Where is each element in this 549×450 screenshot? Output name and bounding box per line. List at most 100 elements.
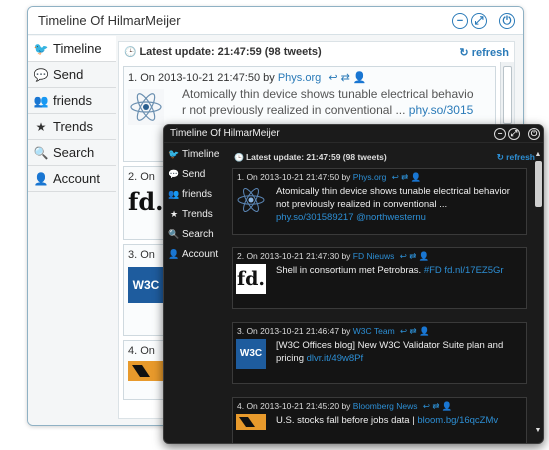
- atom-logo-icon: [236, 185, 266, 215]
- tweet-source-link[interactable]: Phys.org: [278, 72, 321, 84]
- w3c-logo-text: W3C: [239, 348, 263, 359]
- dark-scrollbar[interactable]: ▲ ▼: [533, 149, 543, 443]
- dark-timeline-panel: 🕒 Latest update: 21:47:59 (98 tweets) ↻ …: [230, 149, 539, 443]
- tweet-link[interactable]: bloom.bg/16qcZMv: [417, 415, 498, 426]
- atom-logo-icon: [128, 89, 164, 125]
- sidebar-item-label: Trends: [53, 119, 93, 134]
- refresh-button[interactable]: ↻ refresh: [497, 152, 535, 163]
- light-sidebar: 🐦 Timeline 💬 Send 👥 friends ★ Trends 🔍 S…: [28, 36, 116, 425]
- w3c-logo-icon: W3C: [128, 267, 164, 303]
- search-icon: 🔍: [33, 145, 49, 160]
- tweet-source-link[interactable]: Phys.org: [353, 172, 387, 182]
- star-icon: ★: [35, 119, 47, 134]
- sidebar-item-label: friends: [53, 93, 93, 108]
- tweet-item: 3. On 2013-10-21 21:46:47 by W3C Team ↩ …: [232, 322, 527, 384]
- tweet-meta: 3. On 2013-10-21 21:46:47 by W3C Team ↩ …: [233, 323, 526, 337]
- star-icon: ★: [169, 208, 179, 219]
- sidebar-item-search[interactable]: 🔍 Search: [28, 140, 116, 166]
- tweet-link[interactable]: phy.so/301589217 @northwesternu: [276, 212, 426, 223]
- latest-update-text: Latest update: 21:47:59 (98 tweets): [139, 46, 322, 58]
- sidebar-item-account[interactable]: 👤 Account: [164, 244, 228, 264]
- tweet-link[interactable]: phy.so/3015: [409, 103, 474, 117]
- power-icon[interactable]: ⏻: [499, 12, 515, 29]
- tweet-source-link[interactable]: W3C Team: [353, 326, 395, 336]
- sidebar-item-timeline[interactable]: 🐦 Timeline: [28, 36, 116, 62]
- latest-update-text: Latest update: 21:47:59 (98 tweets): [245, 152, 387, 162]
- sidebar-item-label: friends: [182, 188, 213, 200]
- collapse-icon[interactable]: −: [494, 127, 506, 140]
- bloomberg-logo-icon: [236, 414, 266, 443]
- tweet-text-line: Atomically thin device shows tunable ele…: [182, 87, 474, 101]
- tweet-meta: 2. On 2013-10-21 21:47:30 by FD Nieuws ↩…: [233, 248, 526, 262]
- dark-timeline-window: Timeline Of HilmarMeijer − ⤢ ⏻ 🐦 Timelin…: [163, 124, 544, 444]
- tweet-text: Atomically thin device shows tunable ele…: [178, 84, 495, 120]
- tweet-meta: 1. On 2013-10-21 21:47:50 by Phys.org ↩ …: [124, 67, 495, 84]
- speech-bubble-icon: 💬: [33, 67, 49, 82]
- sidebar-item-trends[interactable]: ★ Trends: [28, 114, 116, 140]
- tweet-actions-icon[interactable]: ↩ ⇄ 👤: [400, 326, 430, 336]
- tweet-body: U.S. stocks fall before jobs data |: [276, 415, 418, 426]
- power-icon[interactable]: ⏻: [528, 127, 540, 140]
- sidebar-item-label: Search: [53, 145, 95, 160]
- sidebar-item-timeline[interactable]: 🐦 Timeline: [164, 144, 228, 164]
- tweet-meta: 1. On 2013-10-21 21:47:50 by Phys.org ↩ …: [233, 169, 526, 183]
- users-icon: 👥: [168, 188, 180, 199]
- sidebar-item-label: Search: [182, 228, 214, 240]
- tweet-actions-icon[interactable]: ↩ ⇄ 👤: [400, 251, 430, 261]
- sidebar-item-label: Send: [53, 67, 84, 82]
- tweet-source-link[interactable]: FD Nieuws: [353, 251, 395, 261]
- sidebar-item-friends[interactable]: 👥 friends: [28, 88, 116, 114]
- tweet-date: 3. On 2013-10-21 21:46:47 by: [237, 326, 353, 336]
- dark-sidebar: 🐦 Timeline 💬 Send 👥 friends ★ Trends 🔍 S…: [164, 144, 228, 443]
- tweet-actions-icon[interactable]: ↩ ⇄ 👤: [392, 172, 422, 182]
- person-icon: 👤: [168, 248, 180, 259]
- fd-logo-text: fd.: [128, 187, 164, 216]
- tweet-actions-icon[interactable]: ↩ ⇄ 👤: [328, 72, 366, 84]
- tweet-text-line: r not previously realized in conventiona…: [182, 103, 409, 117]
- tweet-body: Shell in consortium met Petrobras.: [276, 265, 424, 276]
- sidebar-item-send[interactable]: 💬 Send: [28, 62, 116, 88]
- sidebar-item-label: Account: [53, 171, 100, 186]
- expand-icon[interactable]: ⤢: [471, 12, 487, 29]
- timeline-header: 🕒 Latest update: 21:47:59 (98 tweets) ↻ …: [230, 149, 539, 165]
- scroll-down-icon[interactable]: ▼: [534, 427, 542, 435]
- tweet-link[interactable]: #FD fd.nl/17EZ5Gr: [424, 265, 504, 276]
- tweet-meta: 4. On 2013-10-21 21:45:20 by Bloomberg N…: [233, 398, 526, 412]
- tweet-item: 1. On 2013-10-21 21:47:50 by Phys.org ↩ …: [232, 168, 527, 235]
- w3c-logo-icon: W3C: [236, 339, 266, 369]
- clock-icon: 🕒: [234, 152, 244, 162]
- dark-title-bar[interactable]: Timeline Of HilmarMeijer − ⤢ ⏻: [164, 125, 543, 143]
- fd-logo-text: fd.: [236, 268, 266, 290]
- expand-icon[interactable]: ⤢: [508, 127, 520, 140]
- scroll-thumb[interactable]: [503, 66, 512, 124]
- bloomberg-logo-icon: [128, 361, 164, 397]
- timeline-header: 🕒 Latest update: 21:47:59 (98 tweets) ↻ …: [119, 42, 514, 62]
- twitter-bird-icon: 🐦: [168, 148, 180, 159]
- tweet-link[interactable]: dlvr.it/49w8Pf: [307, 353, 364, 364]
- search-icon: 🔍: [168, 228, 180, 239]
- sidebar-item-friends[interactable]: 👥 friends: [164, 184, 228, 204]
- tweet-text: U.S. stocks fall before jobs data | bloo…: [273, 412, 526, 429]
- tweet-actions-icon[interactable]: ↩ ⇄ 👤: [423, 401, 453, 411]
- twitter-bird-icon: 🐦: [33, 41, 49, 56]
- stage: Timeline Of HilmarMeijer − ⤢ ⏻ 🐦 Timelin…: [0, 0, 549, 450]
- sidebar-item-search[interactable]: 🔍 Search: [164, 224, 228, 244]
- refresh-button[interactable]: ↻ refresh: [459, 46, 509, 59]
- sidebar-item-label: Timeline: [182, 148, 220, 160]
- sidebar-item-label: Send: [182, 168, 206, 180]
- sidebar-item-trends[interactable]: ★ Trends: [164, 204, 228, 224]
- scroll-thumb[interactable]: [535, 161, 542, 207]
- fd-logo-icon: fd.: [128, 187, 166, 225]
- tweet-source-link[interactable]: Bloomberg News: [353, 401, 418, 411]
- fd-logo-icon: fd.: [236, 264, 266, 294]
- tweet-date: 1. On 2013-10-21 21:47:50 by: [237, 172, 353, 182]
- light-title-bar[interactable]: Timeline Of HilmarMeijer − ⤢ ⏻: [28, 7, 523, 35]
- window-title: Timeline Of HilmarMeijer: [38, 13, 181, 28]
- tweet-text: [W3C Offices blog] New W3C Validator Sui…: [273, 337, 526, 367]
- person-icon: 👤: [33, 171, 49, 186]
- collapse-icon[interactable]: −: [452, 12, 468, 29]
- scroll-up-icon[interactable]: ▲: [534, 151, 542, 159]
- sidebar-item-account[interactable]: 👤 Account: [28, 166, 116, 192]
- sidebar-item-label: Timeline: [53, 41, 102, 56]
- sidebar-item-send[interactable]: 💬 Send: [164, 164, 228, 184]
